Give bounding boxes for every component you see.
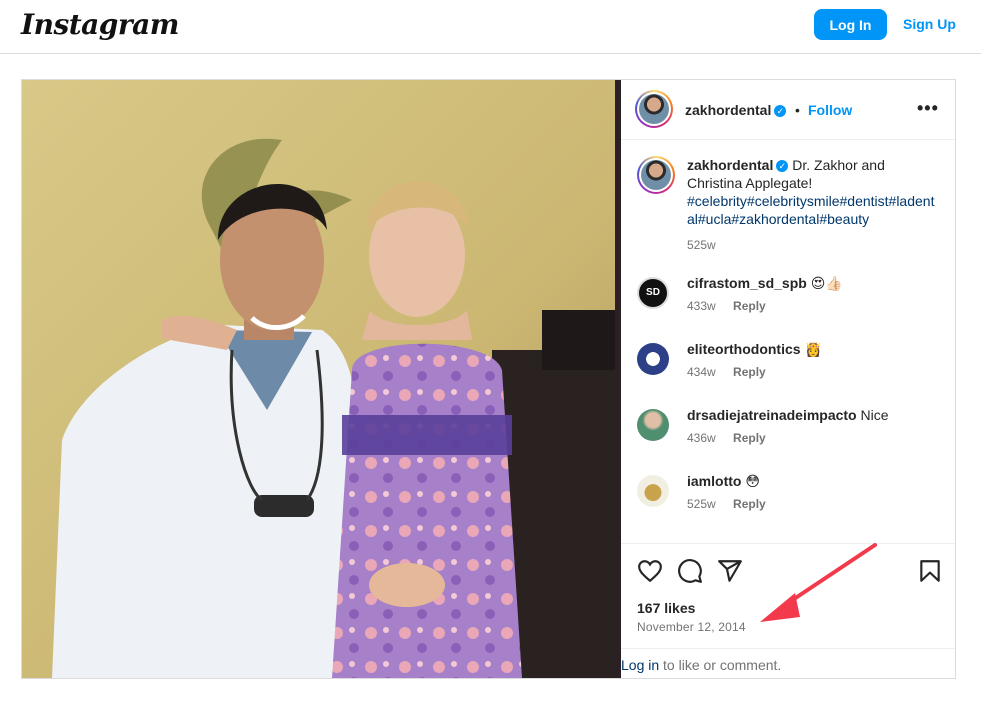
comment-avatar[interactable]: SD bbox=[637, 277, 669, 309]
likes-count[interactable]: 167 likes bbox=[637, 600, 695, 616]
post-date[interactable]: November 12, 2014 bbox=[637, 620, 746, 634]
post-photo[interactable] bbox=[22, 80, 620, 678]
heart-icon[interactable] bbox=[637, 558, 663, 584]
comment-meta: 436w Reply bbox=[687, 431, 766, 445]
follow-button[interactable]: Follow bbox=[808, 102, 852, 118]
comment-username[interactable]: cifrastom_sd_spb bbox=[687, 275, 807, 291]
comment-item: SD cifrastom_sd_spb 😍👍🏻 433w Reply bbox=[637, 275, 937, 323]
login-link[interactable]: Log in bbox=[621, 657, 659, 673]
comment-username[interactable]: eliteorthodontics bbox=[687, 341, 801, 357]
login-button[interactable]: Log In bbox=[814, 9, 887, 40]
comment-meta: 434w Reply bbox=[687, 365, 766, 379]
comment-avatar[interactable] bbox=[637, 409, 669, 441]
comment-age[interactable]: 436w bbox=[687, 431, 716, 445]
author-name[interactable]: zakhordental bbox=[685, 102, 771, 118]
author-handle[interactable]: zakhordental ✓ bbox=[685, 102, 787, 118]
bookmark-icon[interactable] bbox=[917, 558, 943, 584]
comment-age[interactable]: 433w bbox=[687, 299, 716, 313]
comment-avatar[interactable] bbox=[637, 343, 669, 375]
author-avatar[interactable] bbox=[635, 90, 673, 128]
verified-badge-icon: ✓ bbox=[774, 105, 787, 118]
comment-age[interactable]: 434w bbox=[687, 365, 716, 379]
post-image bbox=[22, 80, 620, 678]
reply-button[interactable]: Reply bbox=[733, 299, 766, 313]
comment-item: drsadiejatreinadeimpacto Nice 436w Reply bbox=[637, 407, 937, 455]
more-options-icon[interactable]: ••• bbox=[917, 98, 939, 119]
reply-button[interactable]: Reply bbox=[733, 365, 766, 379]
instagram-logo[interactable]: Instagram bbox=[21, 8, 179, 41]
verified-badge-icon: ✓ bbox=[776, 160, 789, 173]
signup-link[interactable]: Sign Up bbox=[903, 16, 956, 32]
reply-button[interactable]: Reply bbox=[733, 497, 766, 511]
comment-text: 👸 bbox=[804, 341, 822, 357]
comment-text: 😍👍🏻 bbox=[810, 275, 843, 291]
post-actions: 167 likes November 12, 2014 Log in to li… bbox=[621, 543, 955, 678]
caption-age: 525w bbox=[687, 236, 937, 254]
comment-avatar-label: SD bbox=[646, 287, 660, 298]
comment-username[interactable]: drsadiejatreinadeimpacto bbox=[687, 407, 857, 423]
caption-age-value[interactable]: 525w bbox=[687, 238, 716, 252]
post-card: zakhordental ✓ • Follow ••• zakhordental ✓… bbox=[21, 79, 956, 679]
comment-meta: 525w Reply bbox=[687, 497, 766, 511]
login-prompt-text: to like or comment. bbox=[659, 657, 782, 673]
share-icon[interactable] bbox=[717, 558, 743, 584]
top-bar: Instagram Log In Sign Up bbox=[0, 0, 981, 54]
caption-hashtags[interactable]: #celebrity#celebritysmile#dentist#ladent… bbox=[687, 193, 934, 227]
caption-author[interactable]: zakhordental bbox=[687, 157, 773, 173]
comment-username[interactable]: iamlotto bbox=[687, 473, 741, 489]
comment-body: iamlotto 😳 bbox=[687, 473, 937, 490]
caption-text: zakhordental ✓ Dr. Zakhor and Christina A… bbox=[687, 156, 937, 254]
login-prompt: Log in to like or comment. bbox=[621, 648, 955, 679]
comment-age[interactable]: 525w bbox=[687, 497, 716, 511]
caption-avatar[interactable] bbox=[637, 156, 675, 194]
comment-icon[interactable] bbox=[677, 558, 703, 584]
reply-button[interactable]: Reply bbox=[733, 431, 766, 445]
post-sidebar: zakhordental ✓ • Follow ••• zakhordental ✓… bbox=[621, 80, 955, 678]
post-header: zakhordental ✓ • Follow ••• bbox=[621, 80, 955, 140]
comment-meta: 433w Reply bbox=[687, 299, 766, 313]
comment-body: eliteorthodontics 👸 bbox=[687, 341, 937, 358]
comment-avatar[interactable] bbox=[637, 475, 669, 507]
comment-item: eliteorthodontics 👸 434w Reply bbox=[637, 341, 937, 389]
comment-text: 😳 bbox=[745, 473, 760, 489]
separator-dot: • bbox=[795, 102, 800, 118]
comment-text: Nice bbox=[860, 407, 889, 423]
comment-body: drsadiejatreinadeimpacto Nice bbox=[687, 407, 937, 423]
comment-body: cifrastom_sd_spb 😍👍🏻 bbox=[687, 275, 937, 292]
comment-item: iamlotto 😳 525w Reply bbox=[637, 473, 937, 521]
